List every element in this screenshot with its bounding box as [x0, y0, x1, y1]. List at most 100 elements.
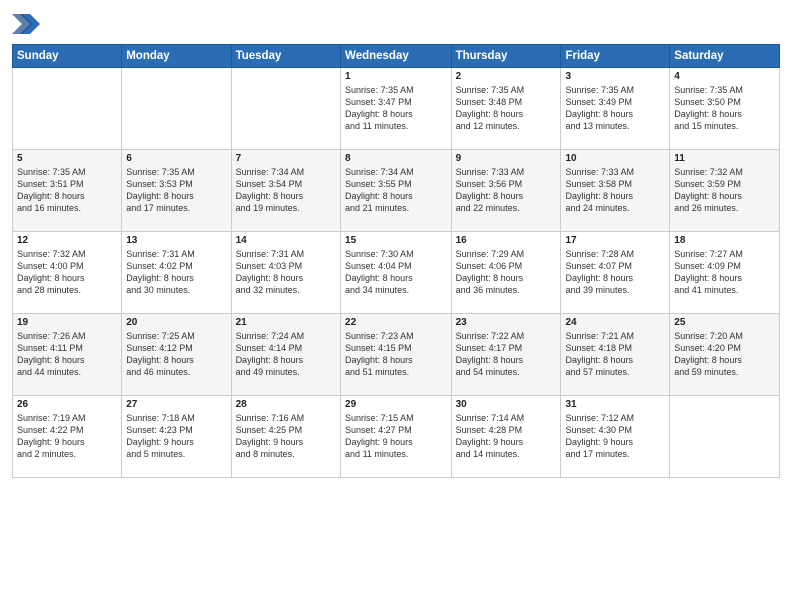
- day-cell: 24Sunrise: 7:21 AM Sunset: 4:18 PM Dayli…: [561, 314, 670, 396]
- day-number: 5: [17, 153, 117, 164]
- day-number: 26: [17, 399, 117, 410]
- day-cell: 23Sunrise: 7:22 AM Sunset: 4:17 PM Dayli…: [451, 314, 561, 396]
- day-info: Sunrise: 7:35 AM Sunset: 3:47 PM Dayligh…: [345, 84, 447, 133]
- day-info: Sunrise: 7:15 AM Sunset: 4:27 PM Dayligh…: [345, 412, 447, 461]
- week-row-1: 1 Sunrise: 7:35 AM Sunset: 3:47 PM Daylig…: [13, 68, 780, 150]
- day-number: 9: [456, 153, 557, 164]
- day-number: 8: [345, 153, 447, 164]
- header-day-sunday: Sunday: [13, 45, 122, 68]
- day-info: Sunrise: 7:21 AM Sunset: 4:18 PM Dayligh…: [565, 330, 665, 379]
- day-info: Sunrise: 7:32 AM Sunset: 3:59 PM Dayligh…: [674, 166, 775, 215]
- day-cell: 7Sunrise: 7:34 AM Sunset: 3:54 PM Daylig…: [231, 150, 340, 232]
- day-info: Sunrise: 7:33 AM Sunset: 3:58 PM Dayligh…: [565, 166, 665, 215]
- week-row-2: 5 Sunrise: 7:35 AM Sunset: 3:51 PM Daylig…: [13, 150, 780, 232]
- day-info: Sunrise: 7:34 AM Sunset: 3:55 PM Dayligh…: [345, 166, 447, 215]
- header-day-thursday: Thursday: [451, 45, 561, 68]
- day-number: 10: [565, 153, 665, 164]
- day-number: 12: [17, 235, 117, 246]
- day-cell: 30 Sunrise: 7:14 AM Sunset: 4:28 PM Dayli…: [451, 396, 561, 478]
- day-cell: 1 Sunrise: 7:35 AM Sunset: 3:47 PM Daylig…: [341, 68, 452, 150]
- day-cell: 2 Sunrise: 7:35 AM Sunset: 3:48 PM Daylig…: [451, 68, 561, 150]
- day-cell: 26Sunrise: 7:19 AM Sunset: 4:22 PM Dayli…: [13, 396, 122, 478]
- day-cell: 31 Sunrise: 7:12 AM Sunset: 4:30 PM Dayli…: [561, 396, 670, 478]
- day-info: Sunrise: 7:20 AM Sunset: 4:20 PM Dayligh…: [674, 330, 775, 379]
- day-cell: 12 Sunrise: 7:32 AM Sunset: 4:00 PM Dayli…: [13, 232, 122, 314]
- logo: [12, 10, 44, 38]
- day-cell: 27 Sunrise: 7:18 AM Sunset: 4:23 PM Dayli…: [122, 396, 231, 478]
- day-cell: 9Sunrise: 7:33 AM Sunset: 3:56 PM Daylig…: [451, 150, 561, 232]
- header-day-wednesday: Wednesday: [341, 45, 452, 68]
- day-cell: 17Sunrise: 7:28 AM Sunset: 4:07 PM Dayli…: [561, 232, 670, 314]
- day-number: 27: [126, 399, 226, 410]
- day-info: Sunrise: 7:23 AM Sunset: 4:15 PM Dayligh…: [345, 330, 447, 379]
- logo-icon: [12, 10, 40, 38]
- day-cell: 8 Sunrise: 7:34 AM Sunset: 3:55 PM Daylig…: [341, 150, 452, 232]
- day-cell: 25 Sunrise: 7:20 AM Sunset: 4:20 PM Dayli…: [670, 314, 780, 396]
- day-info: Sunrise: 7:35 AM Sunset: 3:53 PM Dayligh…: [126, 166, 226, 215]
- day-cell: 16 Sunrise: 7:29 AM Sunset: 4:06 PM Dayli…: [451, 232, 561, 314]
- calendar-body: 1 Sunrise: 7:35 AM Sunset: 3:47 PM Daylig…: [13, 68, 780, 478]
- day-number: 6: [126, 153, 226, 164]
- day-cell: 19Sunrise: 7:26 AM Sunset: 4:11 PM Dayli…: [13, 314, 122, 396]
- day-number: 1: [345, 71, 447, 82]
- day-cell: 3 Sunrise: 7:35 AM Sunset: 3:49 PM Daylig…: [561, 68, 670, 150]
- day-cell: 11 Sunrise: 7:32 AM Sunset: 3:59 PM Dayli…: [670, 150, 780, 232]
- header-day-tuesday: Tuesday: [231, 45, 340, 68]
- header-day-friday: Friday: [561, 45, 670, 68]
- day-number: 2: [456, 71, 557, 82]
- week-row-4: 19Sunrise: 7:26 AM Sunset: 4:11 PM Dayli…: [13, 314, 780, 396]
- day-cell: 6 Sunrise: 7:35 AM Sunset: 3:53 PM Daylig…: [122, 150, 231, 232]
- day-info: Sunrise: 7:31 AM Sunset: 4:03 PM Dayligh…: [236, 248, 336, 297]
- day-number: 3: [565, 71, 665, 82]
- day-info: Sunrise: 7:32 AM Sunset: 4:00 PM Dayligh…: [17, 248, 117, 297]
- day-number: 15: [345, 235, 447, 246]
- day-number: 20: [126, 317, 226, 328]
- day-number: 31: [565, 399, 665, 410]
- day-cell: 10 Sunrise: 7:33 AM Sunset: 3:58 PM Dayli…: [561, 150, 670, 232]
- day-info: Sunrise: 7:35 AM Sunset: 3:48 PM Dayligh…: [456, 84, 557, 133]
- day-info: Sunrise: 7:30 AM Sunset: 4:04 PM Dayligh…: [345, 248, 447, 297]
- day-cell: 29Sunrise: 7:15 AM Sunset: 4:27 PM Dayli…: [341, 396, 452, 478]
- day-number: 14: [236, 235, 336, 246]
- day-cell: 13Sunrise: 7:31 AM Sunset: 4:02 PM Dayli…: [122, 232, 231, 314]
- day-number: 30: [456, 399, 557, 410]
- day-cell: [13, 68, 122, 150]
- week-row-3: 12 Sunrise: 7:32 AM Sunset: 4:00 PM Dayli…: [13, 232, 780, 314]
- day-cell: 18Sunrise: 7:27 AM Sunset: 4:09 PM Dayli…: [670, 232, 780, 314]
- day-info: Sunrise: 7:27 AM Sunset: 4:09 PM Dayligh…: [674, 248, 775, 297]
- header-day-saturday: Saturday: [670, 45, 780, 68]
- day-number: 7: [236, 153, 336, 164]
- day-info: Sunrise: 7:25 AM Sunset: 4:12 PM Dayligh…: [126, 330, 226, 379]
- day-cell: [670, 396, 780, 478]
- day-info: Sunrise: 7:18 AM Sunset: 4:23 PM Dayligh…: [126, 412, 226, 461]
- day-cell: 4Sunrise: 7:35 AM Sunset: 3:50 PM Daylig…: [670, 68, 780, 150]
- calendar-header: SundayMondayTuesdayWednesdayThursdayFrid…: [13, 45, 780, 68]
- day-number: 19: [17, 317, 117, 328]
- day-number: 11: [674, 153, 775, 164]
- page: SundayMondayTuesdayWednesdayThursdayFrid…: [0, 0, 792, 612]
- day-number: 21: [236, 317, 336, 328]
- day-info: Sunrise: 7:24 AM Sunset: 4:14 PM Dayligh…: [236, 330, 336, 379]
- day-cell: 5 Sunrise: 7:35 AM Sunset: 3:51 PM Daylig…: [13, 150, 122, 232]
- day-info: Sunrise: 7:29 AM Sunset: 4:06 PM Dayligh…: [456, 248, 557, 297]
- header: [12, 10, 780, 38]
- day-number: 23: [456, 317, 557, 328]
- day-cell: [122, 68, 231, 150]
- day-info: Sunrise: 7:14 AM Sunset: 4:28 PM Dayligh…: [456, 412, 557, 461]
- day-info: Sunrise: 7:12 AM Sunset: 4:30 PM Dayligh…: [565, 412, 665, 461]
- day-number: 25: [674, 317, 775, 328]
- day-cell: 28Sunrise: 7:16 AM Sunset: 4:25 PM Dayli…: [231, 396, 340, 478]
- day-cell: 14 Sunrise: 7:31 AM Sunset: 4:03 PM Dayli…: [231, 232, 340, 314]
- day-number: 28: [236, 399, 336, 410]
- day-cell: [231, 68, 340, 150]
- day-number: 16: [456, 235, 557, 246]
- day-cell: 20 Sunrise: 7:25 AM Sunset: 4:12 PM Dayli…: [122, 314, 231, 396]
- day-cell: 21 Sunrise: 7:24 AM Sunset: 4:14 PM Dayli…: [231, 314, 340, 396]
- day-cell: 22Sunrise: 7:23 AM Sunset: 4:15 PM Dayli…: [341, 314, 452, 396]
- day-cell: 15 Sunrise: 7:30 AM Sunset: 4:04 PM Dayli…: [341, 232, 452, 314]
- day-info: Sunrise: 7:35 AM Sunset: 3:51 PM Dayligh…: [17, 166, 117, 215]
- calendar: SundayMondayTuesdayWednesdayThursdayFrid…: [12, 44, 780, 478]
- day-info: Sunrise: 7:35 AM Sunset: 3:50 PM Dayligh…: [674, 84, 775, 133]
- day-info: Sunrise: 7:31 AM Sunset: 4:02 PM Dayligh…: [126, 248, 226, 297]
- day-info: Sunrise: 7:35 AM Sunset: 3:49 PM Dayligh…: [565, 84, 665, 133]
